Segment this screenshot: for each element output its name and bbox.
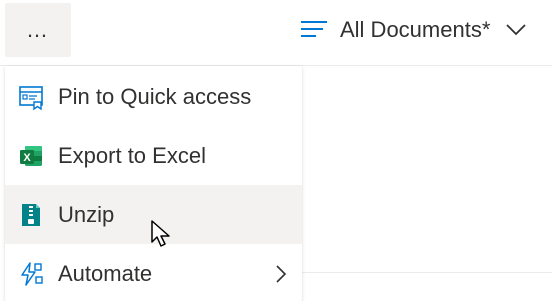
menu-item-label: Export to Excel <box>58 142 206 168</box>
view-selector[interactable]: All Documents* <box>300 8 527 52</box>
menu-item-automate[interactable]: Automate <box>5 244 302 301</box>
document-library-toolbar-area: … All Documents* Pin to Quick access X E… <box>0 0 552 301</box>
view-list-icon <box>301 21 327 37</box>
svg-text:X: X <box>23 152 31 164</box>
pin-to-quick-access-icon <box>19 85 43 110</box>
menu-item-label: Automate <box>58 260 153 286</box>
menu-item-export-to-excel[interactable]: X Export to Excel <box>5 126 302 185</box>
menu-item-label: Unzip <box>58 201 115 227</box>
menu-item-pin-to-quick-access[interactable]: Pin to Quick access <box>5 67 302 126</box>
chevron-down-icon <box>506 24 527 36</box>
excel-icon: X <box>20 145 42 166</box>
more-horizontal-icon: … <box>26 17 50 42</box>
menu-item-label: Pin to Quick access <box>58 83 252 109</box>
menu-item-unzip[interactable]: Unzip <box>5 185 302 244</box>
more-actions-menu: Pin to Quick access X Export to Excel Un <box>5 66 302 301</box>
list-row-divider <box>300 272 552 273</box>
current-view-label: All Documents* <box>340 17 491 42</box>
automate-icon <box>21 261 43 286</box>
chevron-right-icon <box>276 265 287 283</box>
zip-file-icon <box>22 203 40 226</box>
more-actions-button[interactable]: … <box>5 3 71 57</box>
